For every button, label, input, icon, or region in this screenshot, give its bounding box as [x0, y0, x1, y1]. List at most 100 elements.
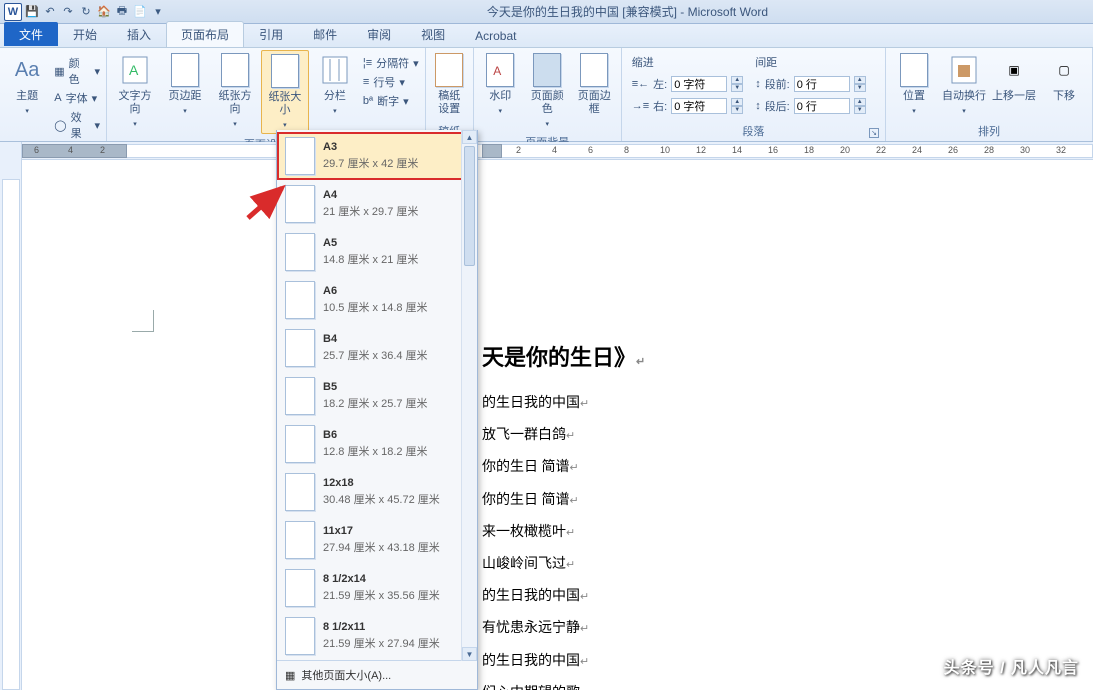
- theme-effects[interactable]: ◯效果▾: [52, 108, 102, 142]
- ruler-num: 18: [804, 145, 814, 155]
- spacing-before-input[interactable]: [794, 76, 850, 92]
- undo-icon[interactable]: ↶: [42, 4, 58, 20]
- size-option-812x11[interactable]: 8 1/2x1121.59 厘米 x 27.94 厘米: [277, 612, 477, 660]
- crop-mark: [132, 310, 154, 332]
- text-direction-button[interactable]: A文字方向▾: [111, 50, 159, 132]
- theme-colors[interactable]: ▦颜色▾: [52, 54, 102, 88]
- scroll-thumb[interactable]: [464, 146, 475, 266]
- size-option-b4[interactable]: B425.7 厘米 x 36.4 厘米: [277, 324, 477, 372]
- size-dim: 30.48 厘米 x 45.72 厘米: [323, 491, 440, 507]
- size-name: 11x17: [323, 525, 440, 537]
- tab-insert[interactable]: 插入: [112, 21, 166, 47]
- backward-icon: ▢: [1048, 54, 1080, 86]
- watermark-button[interactable]: A水印▾: [478, 50, 523, 119]
- size-list[interactable]: A329.7 厘米 x 42 厘米A421 厘米 x 29.7 厘米A514.8…: [277, 130, 477, 660]
- size-option-11x17[interactable]: 11x1727.94 厘米 x 43.18 厘米: [277, 516, 477, 564]
- dropdown-scrollbar[interactable]: ▲ ▼: [461, 130, 477, 661]
- forward-icon: ▣: [998, 54, 1030, 86]
- word-icon[interactable]: W: [4, 3, 22, 21]
- tab-layout[interactable]: 页面布局: [166, 21, 244, 47]
- size-option-a6[interactable]: A610.5 厘米 x 14.8 厘米: [277, 276, 477, 324]
- page-icon: [285, 137, 315, 175]
- spin-up[interactable]: ▲: [731, 98, 743, 106]
- wrap-button[interactable]: 自动换行▾: [940, 50, 988, 119]
- size-dim: 12.8 厘米 x 18.2 厘米: [323, 443, 428, 459]
- tab-review[interactable]: 审阅: [352, 21, 406, 47]
- spin-up[interactable]: ▲: [731, 76, 743, 84]
- hyphenation-button[interactable]: bª断字▾: [361, 92, 421, 110]
- margins-button[interactable]: 页边距▾: [161, 50, 209, 119]
- scroll-down-icon[interactable]: ▼: [462, 647, 477, 661]
- size-option-12x18[interactable]: 12x1830.48 厘米 x 45.72 厘米: [277, 468, 477, 516]
- more-sizes-button[interactable]: ▦其他页面大小(A)...: [277, 660, 477, 689]
- page-icon: [285, 569, 315, 607]
- columns-button[interactable]: 分栏▾: [311, 50, 359, 119]
- indent-left-field[interactable]: ≡←左:▲▼: [632, 76, 743, 92]
- scroll-up-icon[interactable]: ▲: [462, 130, 477, 144]
- spin-up[interactable]: ▲: [854, 98, 866, 106]
- manuscript-button[interactable]: 稿纸 设置: [430, 50, 469, 120]
- spin-down[interactable]: ▼: [854, 106, 866, 114]
- size-option-a4[interactable]: A421 厘米 x 29.7 厘米: [277, 180, 477, 228]
- qat-more-icon[interactable]: ▾: [150, 4, 166, 20]
- para-dialog-launcher[interactable]: ↘: [869, 128, 879, 138]
- quick-access-toolbar: W 💾 ↶ ↷ ↻ 🏠 🖶 📄 ▾: [4, 3, 166, 21]
- position-button[interactable]: 位置▾: [890, 50, 938, 119]
- send-backward-button[interactable]: ▢下移: [1040, 50, 1088, 107]
- themes-icon: Aa: [11, 54, 43, 86]
- spacing-after-input[interactable]: [794, 98, 850, 114]
- ruler-num: 24: [912, 145, 922, 155]
- indent-right-input[interactable]: [671, 98, 727, 114]
- page-color-button[interactable]: 页面颜色▾: [525, 50, 570, 132]
- spin-up[interactable]: ▲: [854, 76, 866, 84]
- size-option-812x14[interactable]: 8 1/2x14 21.59 厘米 x 35.56 厘米: [277, 564, 477, 612]
- page-canvas[interactable]: 天是你的生日》↵ 的生日我的中国↵ 放飞一群白鸽↵ 你的生日 简谱↵ 你的生日 …: [22, 160, 1093, 690]
- themes-button[interactable]: Aa 主题 ▾: [4, 50, 50, 119]
- indent-right-icon: →≡: [632, 100, 649, 112]
- size-dim: 21.59 厘米 x 35.56 厘米: [323, 587, 440, 603]
- ribbon: Aa 主题 ▾ ▦颜色▾ A字体▾ ◯效果▾ 主题 A文字方向▾ 页边距▾ 纸张…: [0, 48, 1093, 142]
- spin-down[interactable]: ▼: [854, 84, 866, 92]
- save-icon[interactable]: 💾: [24, 4, 40, 20]
- watermark-text: 头条号 / 凡人凡言: [944, 654, 1079, 678]
- tab-home[interactable]: 开始: [58, 21, 112, 47]
- page-border-button[interactable]: 页面边框: [572, 50, 617, 120]
- size-option-a3[interactable]: A329.7 厘米 x 42 厘米: [277, 132, 477, 180]
- tab-references[interactable]: 引用: [244, 21, 298, 47]
- new-doc-icon[interactable]: 📄: [132, 4, 148, 20]
- document-content[interactable]: 天是你的生日》↵ 的生日我的中国↵ 放飞一群白鸽↵ 你的生日 简谱↵ 你的生日 …: [482, 340, 645, 690]
- indent-left-input[interactable]: [671, 76, 727, 92]
- tab-mail[interactable]: 邮件: [298, 21, 352, 47]
- page-size-button[interactable]: 纸张大小▾: [261, 50, 309, 134]
- ruler-num: 28: [984, 145, 994, 155]
- ruler-num: 16: [768, 145, 778, 155]
- theme-fonts[interactable]: A字体▾: [52, 89, 102, 107]
- spin-down[interactable]: ▼: [731, 106, 743, 114]
- bring-forward-button[interactable]: ▣上移一层: [990, 50, 1038, 107]
- indent-left-icon: ≡←: [632, 78, 649, 90]
- tab-view[interactable]: 视图: [406, 21, 460, 47]
- size-option-a5[interactable]: A514.8 厘米 x 21 厘米: [277, 228, 477, 276]
- indent-right-field[interactable]: →≡右:▲▼: [632, 98, 743, 114]
- breaks-button[interactable]: ¦≡分隔符▾: [361, 54, 421, 72]
- refresh-icon[interactable]: ↻: [78, 4, 94, 20]
- size-name: 8 1/2x14: [323, 573, 440, 585]
- linenum-icon: ≡: [363, 76, 369, 88]
- print-icon[interactable]: 🖶: [114, 4, 130, 20]
- size-option-b6[interactable]: B612.8 厘米 x 18.2 厘米: [277, 420, 477, 468]
- redo-icon[interactable]: ↷: [60, 4, 76, 20]
- spacing-before-field[interactable]: ↕段前:▲▼: [755, 76, 866, 92]
- horizontal-ruler[interactable]: 6 4 2 2468101214161820222426283032: [22, 142, 1093, 160]
- spacing-after-field[interactable]: ↕段后:▲▼: [755, 98, 866, 114]
- spin-down[interactable]: ▼: [731, 84, 743, 92]
- ruler-num: 2: [516, 145, 521, 155]
- tab-file[interactable]: 文件: [4, 22, 58, 46]
- home-icon[interactable]: 🏠: [96, 4, 112, 20]
- line-numbers-button[interactable]: ≡行号▾: [361, 73, 421, 91]
- tab-acrobat[interactable]: Acrobat: [460, 24, 531, 47]
- watermark-icon: A: [484, 54, 516, 86]
- orientation-button[interactable]: 纸张方向▾: [211, 50, 259, 132]
- size-option-b5[interactable]: B518.2 厘米 x 25.7 厘米: [277, 372, 477, 420]
- vertical-ruler[interactable]: [0, 142, 22, 690]
- size-name: B4: [323, 333, 428, 345]
